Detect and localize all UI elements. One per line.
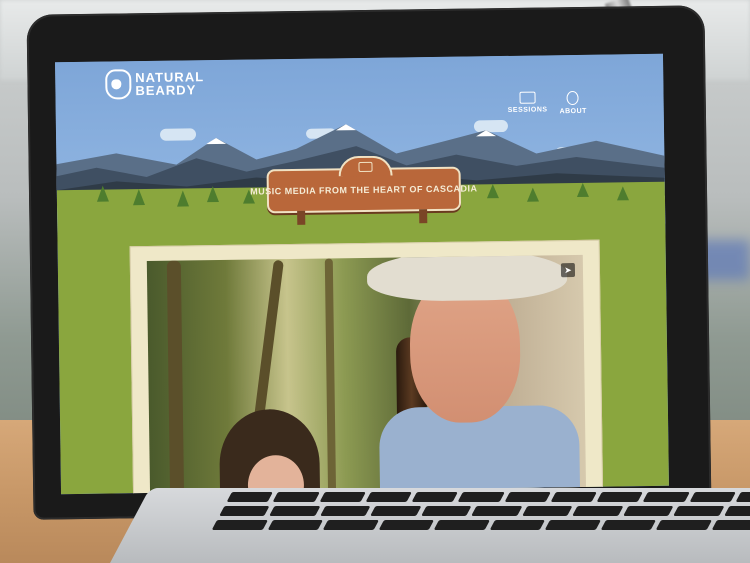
nav-item-sessions[interactable]: SESSIONS: [507, 91, 548, 116]
key: [471, 506, 523, 516]
keyboard-row: [219, 506, 750, 516]
nav-label-sessions: SESSIONS: [507, 106, 548, 114]
key: [711, 520, 750, 530]
tv-icon: [519, 91, 536, 104]
key: [723, 506, 750, 516]
nav-item-about[interactable]: ABOUT: [559, 90, 587, 116]
key: [489, 520, 546, 530]
key: [622, 506, 674, 516]
key: [269, 506, 321, 516]
video-player[interactable]: ➤: [146, 254, 587, 495]
logo-wordmark: NATURAL BEARDY: [135, 69, 204, 99]
camera-icon: [358, 161, 373, 173]
key: [572, 506, 624, 516]
key: [322, 520, 379, 530]
video-frame: ➤: [129, 239, 604, 495]
sign-post-left: [297, 210, 306, 225]
key: [504, 492, 551, 502]
main-nav: SESSIONS ABOUT: [507, 90, 587, 116]
key: [378, 520, 435, 530]
key: [211, 520, 268, 530]
site-logo[interactable]: NATURAL BEARDY: [105, 68, 204, 100]
key: [689, 492, 736, 502]
key: [596, 492, 644, 502]
key: [219, 506, 270, 516]
key: [735, 492, 750, 502]
beard-icon: [566, 90, 580, 106]
key: [433, 520, 490, 530]
key: [655, 520, 712, 530]
key: [457, 492, 505, 502]
key: [267, 520, 324, 530]
share-icon[interactable]: ➤: [560, 263, 576, 278]
key: [550, 492, 597, 502]
key: [521, 506, 573, 516]
key: [673, 506, 724, 516]
key: [272, 492, 320, 502]
key: [544, 520, 601, 530]
keyboard: [200, 492, 750, 552]
sign-post-right: [419, 209, 428, 224]
tagline-text: MUSIC MEDIA FROM THE HEART OF CASCADIA: [250, 183, 478, 197]
key: [370, 506, 422, 516]
key: [226, 492, 274, 502]
key: [411, 492, 459, 502]
logo-line-2: BEARDY: [135, 82, 197, 99]
keyboard-row: [226, 492, 750, 502]
key: [600, 520, 657, 530]
laptop-screen: NATURAL BEARDY SESSIONS ABOUT MUSIC MEDI…: [55, 53, 669, 495]
key: [420, 506, 472, 516]
beard-logo-icon: [105, 69, 132, 100]
tree-trunk: [166, 260, 185, 495]
singer-hat: [366, 254, 568, 302]
key: [642, 492, 690, 502]
keyboard-row: [211, 520, 750, 530]
key: [320, 506, 371, 516]
tagline-sign: MUSIC MEDIA FROM THE HEART OF CASCADIA: [250, 155, 477, 214]
nav-label-about: ABOUT: [559, 107, 587, 116]
key: [319, 492, 366, 502]
key: [365, 492, 412, 502]
tree-trunk: [324, 258, 337, 495]
